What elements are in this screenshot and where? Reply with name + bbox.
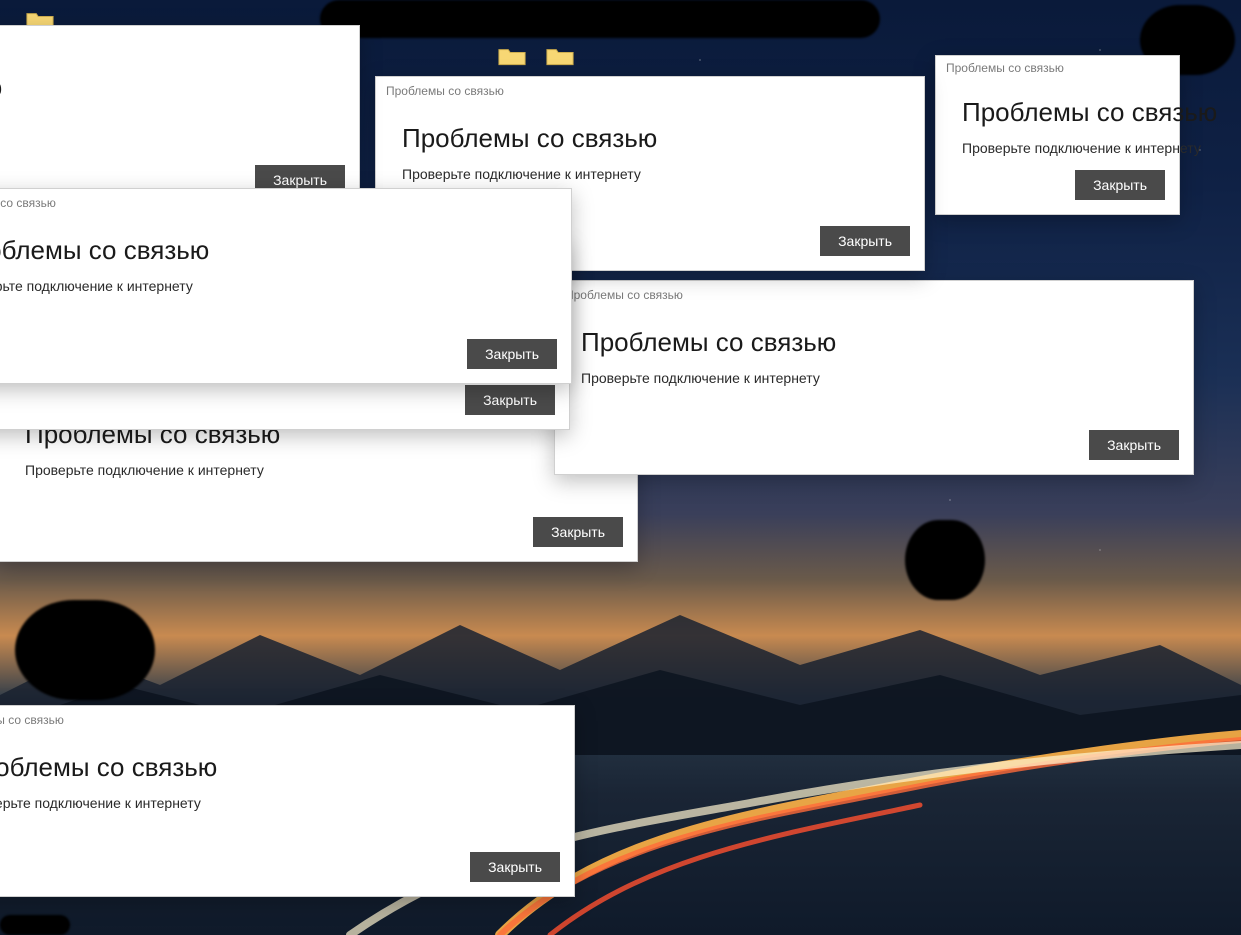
dialog-body: Проблемы со связью Проверьте подключение … [0, 734, 574, 838]
close-button[interactable]: Закрыть [820, 226, 910, 256]
redaction-scribble [320, 0, 880, 38]
close-button[interactable]: Закрыть [1075, 170, 1165, 200]
connection-error-dialog[interactable]: Проблемы со связью Проблемы со связью Пров… [554, 280, 1194, 475]
dialog-footer: Закрыть [0, 325, 571, 383]
redaction-scribble [15, 600, 155, 700]
redaction-scribble [905, 520, 985, 600]
dialog-message: Проверьте подключение к интернету [402, 166, 898, 182]
dialog-heading: Проблемы со связью [0, 235, 545, 266]
desktop: Проблемы со связью Проблемы со связью Пров… [0, 0, 1241, 935]
connection-error-dialog[interactable]: Проблемы со связью Проблемы со связью Пров… [0, 188, 572, 384]
close-button[interactable]: Закрыть [533, 517, 623, 547]
dialog-title: Проблемы со связью [0, 196, 56, 210]
folder-icon[interactable] [545, 44, 575, 68]
dialog-titlebar[interactable]: Проблемы со связью [0, 706, 574, 734]
folder-icon[interactable] [497, 44, 527, 68]
dialog-message: Проверьте подключение к интернету [962, 140, 1153, 156]
dialog-titlebar[interactable]: Проблемы со связью [0, 189, 571, 217]
dialog-heading: Проблемы со связью [0, 72, 333, 103]
dialog-message: Проверьте подключение к интернету [0, 278, 545, 294]
close-button[interactable]: Закрыть [465, 385, 555, 415]
dialog-heading: Проблемы со связью [581, 327, 1167, 358]
dialog-heading: Проблемы со связью [962, 97, 1153, 128]
close-button[interactable]: Закрыть [467, 339, 557, 369]
dialog-heading: Проблемы со связью [402, 123, 898, 154]
dialog-body: Проблемы со связью Проверьте подключение … [0, 217, 571, 325]
dialog-footer: Закрыть [0, 838, 574, 896]
dialog-footer: Закрыть [555, 416, 1193, 474]
dialog-titlebar[interactable]: Проблемы со связью [0, 26, 359, 54]
connection-error-dialog[interactable]: Проблемы со связью Проблемы со связью Пров… [0, 25, 360, 210]
dialog-message: Проверьте подключение к интернету [581, 370, 1167, 386]
dialog-message: Проверьте подключение к интернету [25, 462, 611, 478]
connection-error-dialog[interactable]: Проблемы со связью Проблемы со связью Пров… [935, 55, 1180, 215]
dialog-body: Проблемы со связью Проверьте подключение … [555, 309, 1193, 416]
dialog-body: Проблемы со связью Проверьте подключение … [0, 54, 359, 151]
dialog-title: Проблемы со связью [565, 288, 683, 302]
connection-error-dialog[interactable]: Проблемы со связью Проблемы со связью Пров… [0, 705, 575, 897]
dialog-footer: Закрыть [936, 156, 1179, 214]
dialog-titlebar[interactable]: Проблемы со связью [936, 56, 1179, 79]
redaction-scribble [0, 915, 70, 935]
close-button[interactable]: Закрыть [1089, 430, 1179, 460]
dialog-title: Проблемы со связью [386, 84, 504, 98]
dialog-titlebar[interactable]: Проблемы со связью [376, 77, 924, 105]
dialog-title: Проблемы со связью [0, 713, 64, 727]
dialog-title: Проблемы со связью [946, 61, 1064, 75]
dialog-body: Проблемы со связью Проверьте подключение … [936, 79, 1179, 156]
close-button[interactable]: Закрыть [470, 852, 560, 882]
dialog-footer: Закрыть [0, 503, 637, 561]
dialog-message: Проверьте подключение к интернету [0, 795, 548, 811]
dialog-message: Проверьте подключение к интернету [0, 115, 333, 131]
dialog-titlebar[interactable]: Проблемы со связью [555, 281, 1193, 309]
dialog-heading: Проблемы со связью [0, 752, 548, 783]
